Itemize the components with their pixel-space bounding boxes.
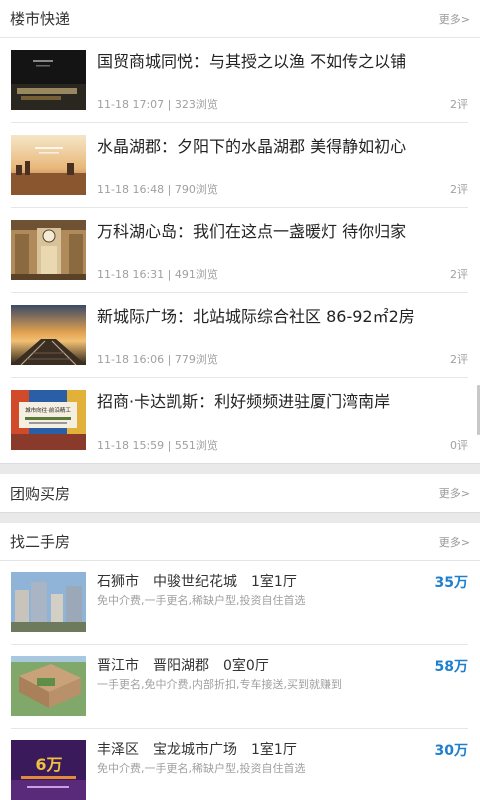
second-hand-header: 找二手房 更多> (0, 523, 480, 561)
news-meta: 11-18 17:07 | 323浏览 (97, 96, 218, 112)
news-title: 新城际广场：北站城际综合社区 86-92㎡2房 (97, 307, 415, 326)
news-comment-count: 2评 (450, 268, 468, 281)
section-divider (0, 513, 480, 523)
news-time: 11-18 15:59 (97, 439, 165, 452)
news-comment-count: 2评 (450, 183, 468, 196)
house-title: 丰泽区 宝龙城市广场 1室1厅 (97, 742, 297, 758)
news-item[interactable]: 城市向往·前沿精工 招商·卡达凯斯：利好频频进驻厦门湾南岸 11-18 15:5… (11, 378, 468, 463)
house-title: 石狮市 中骏世纪花城 1室1厅 (97, 574, 297, 590)
thumb-price-text: 6万 (35, 755, 62, 774)
news-views: 491浏览 (174, 268, 218, 281)
news-meta: 11-18 16:31 | 491浏览 (97, 266, 218, 282)
news-title: 万科湖心岛：我们在这点一盏暖灯 待你归家 (97, 222, 407, 241)
group-buy-title: 团购买房 (10, 484, 71, 503)
house-listing[interactable]: 6万 丰泽区 宝龙城市广场 1室1厅 免中介费,一手更名,稀缺户型,投资自住首选… (11, 729, 468, 800)
news-title: 国贸商城同悦：与其授之以渔 不如传之以铺 (97, 52, 407, 71)
news-comment-count: 2评 (450, 353, 468, 366)
meta-divider: | (167, 98, 175, 111)
news-thumbnail: 城市向往·前沿精工 (11, 390, 86, 450)
second-hand-more-link[interactable]: 更多> (439, 534, 470, 550)
second-hand-section: 找二手房 更多> 石狮市 中骏世纪花城 1室1厅 免中介费,一手更名,稀缺户型,… (0, 523, 480, 800)
group-buy-header[interactable]: 团购买房 更多> (0, 474, 480, 512)
news-thumbnail (11, 135, 86, 195)
news-item[interactable]: 水晶湖郡：夕阳下的水晶湖郡 美得静如初心 11-18 16:48 | 790浏览… (11, 123, 468, 208)
meta-divider: | (167, 439, 175, 452)
news-time: 11-18 16:06 (97, 353, 165, 366)
house-listing[interactable]: 石狮市 中骏世纪花城 1室1厅 免中介费,一手更名,稀缺户型,投资自住首选 35… (11, 561, 468, 645)
news-views: 323浏览 (174, 98, 218, 111)
news-views: 551浏览 (174, 439, 218, 452)
news-section-header: 楼市快递 更多> (0, 0, 480, 38)
news-item[interactable]: 万科湖心岛：我们在这点一盏暖灯 待你归家 11-18 16:31 | 491浏览… (11, 208, 468, 293)
house-price: 58万 (434, 659, 468, 675)
news-meta: 11-18 16:48 | 790浏览 (97, 181, 218, 197)
news-section: 楼市快递 更多> 国贸商城同悦：与其授之以渔 不如传之以铺 11-18 17:0… (0, 0, 480, 464)
meta-divider: | (167, 183, 175, 196)
house-description: 免中介费,一手更名,稀缺户型,投资自住首选 (97, 594, 306, 607)
second-hand-title: 找二手房 (10, 533, 71, 551)
news-meta: 11-18 15:59 | 551浏览 (97, 437, 218, 453)
news-views: 779浏览 (174, 353, 218, 366)
news-time: 11-18 16:31 (97, 268, 165, 281)
section-divider (0, 464, 480, 474)
group-buy-more-link[interactable]: 更多> (439, 485, 470, 501)
house-thumbnail (11, 656, 86, 716)
meta-divider: | (167, 353, 175, 366)
news-comment-count: 0评 (450, 439, 468, 452)
house-thumbnail (11, 572, 86, 632)
news-title: 招商·卡达凯斯：利好频频进驻厦门湾南岸 (97, 392, 391, 411)
group-buy-section: 团购买房 更多> (0, 474, 480, 513)
news-section-title: 楼市快递 (10, 10, 71, 28)
house-description: 一手更名,免中介费,内部折扣,专车接送,买到就赚到 (97, 678, 342, 691)
news-title: 水晶湖郡：夕阳下的水晶湖郡 美得静如初心 (97, 137, 407, 156)
thumb-sign-text: 城市向往·前沿精工 (25, 406, 71, 414)
news-comment-count: 2评 (450, 98, 468, 111)
news-item[interactable]: 国贸商城同悦：与其授之以渔 不如传之以铺 11-18 17:07 | 323浏览… (11, 38, 468, 123)
news-thumbnail (11, 220, 86, 280)
house-description: 免中介费,一手更名,稀缺户型,投资自住首选 (97, 762, 306, 775)
house-listing[interactable]: 晋江市 晋阳湖郡 0室0厅 一手更名,免中介费,内部折扣,专车接送,买到就赚到 … (11, 645, 468, 729)
news-time: 11-18 16:48 (97, 183, 165, 196)
news-time: 11-18 17:07 (97, 98, 165, 111)
news-more-link[interactable]: 更多> (439, 11, 470, 27)
app-screen: 楼市快递 更多> 国贸商城同悦：与其授之以渔 不如传之以铺 11-18 17:0… (0, 0, 480, 800)
news-thumbnail (11, 305, 86, 365)
house-price: 35万 (434, 575, 468, 591)
house-price: 30万 (434, 743, 468, 759)
news-item[interactable]: 新城际广场：北站城际综合社区 86-92㎡2房 11-18 16:06 | 77… (11, 293, 468, 378)
news-thumbnail (11, 50, 86, 110)
house-thumbnail: 6万 (11, 740, 86, 800)
news-meta: 11-18 16:06 | 779浏览 (97, 351, 218, 367)
news-views: 790浏览 (174, 183, 218, 196)
meta-divider: | (167, 268, 175, 281)
house-title: 晋江市 晋阳湖郡 0室0厅 (97, 658, 269, 674)
